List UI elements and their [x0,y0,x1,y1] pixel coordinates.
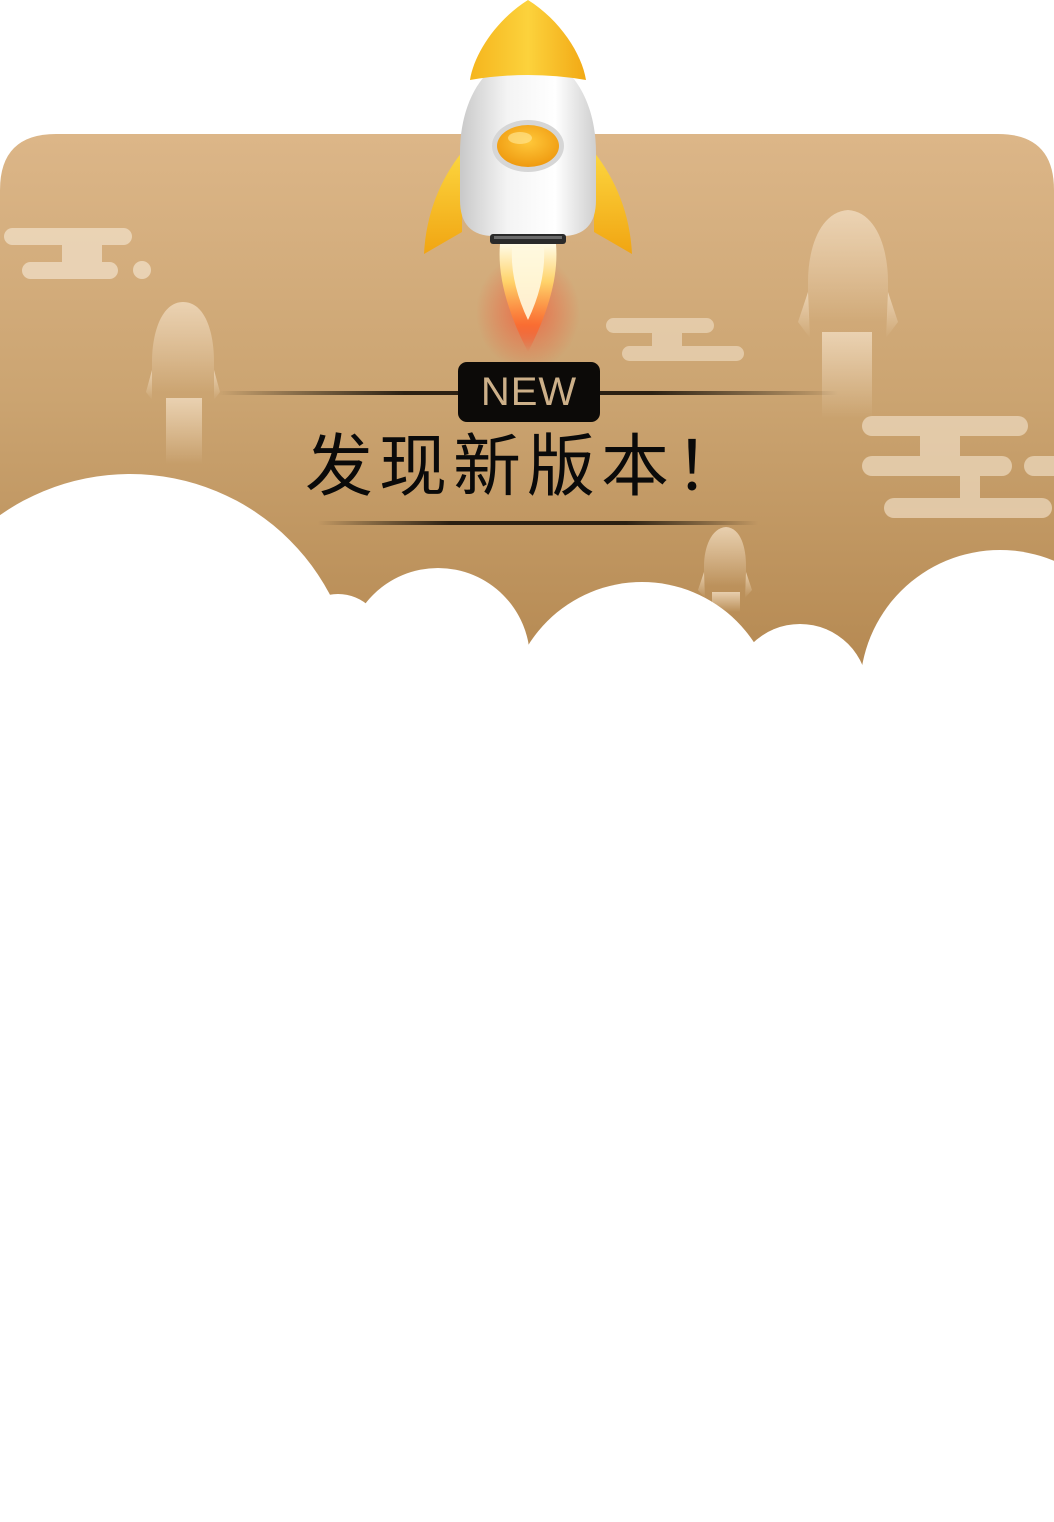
dialog-title: 发现新版本！ [304,428,749,507]
dialog-body [0,700,1054,1522]
update-dialog: NEW 发现新版本！ [0,0,1054,1522]
divider-line-bottom [318,521,758,525]
new-badge: NEW [458,362,600,422]
